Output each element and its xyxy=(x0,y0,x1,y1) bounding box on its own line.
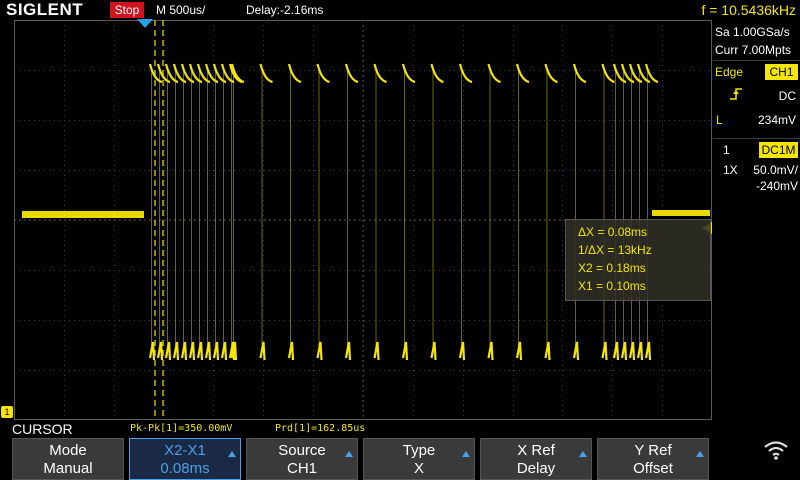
x2-readout: X2 = 0.18ms xyxy=(578,261,646,275)
sample-rate: Sa 1.00GSa/s xyxy=(715,25,790,39)
softkey-x-ref-value: Delay xyxy=(516,460,556,477)
trigger-position-icon[interactable] xyxy=(137,19,153,29)
up-arrow-icon xyxy=(696,451,704,457)
softkey-y-ref[interactable]: Y Ref Offset xyxy=(597,438,709,480)
inverse-delta-x-readout: 1/ΔX = 13kHz xyxy=(578,243,652,257)
wifi-icon[interactable] xyxy=(762,438,790,462)
run-stop-badge[interactable]: Stop xyxy=(110,2,144,18)
softkey-x-ref[interactable]: X Ref Delay xyxy=(480,438,592,480)
softkey-x2-x1-value: 0.08ms xyxy=(160,460,210,477)
up-arrow-icon xyxy=(228,451,236,457)
ground-marker-icon[interactable]: 1 xyxy=(1,406,13,418)
timebase-readout[interactable]: M 500us/ xyxy=(156,2,205,18)
measure-period: Prd[1]=162.85us xyxy=(275,423,366,434)
softkey-x2-x1[interactable]: X2-X1 0.08ms xyxy=(129,438,241,480)
measure-pkpk: Pk-Pk[1]=350.00mV xyxy=(130,423,233,434)
delta-x-readout: ΔX = 0.08ms xyxy=(578,225,648,239)
softkey-type-label: Type xyxy=(402,442,436,459)
softkey-mode-label: Mode xyxy=(49,442,87,459)
softkey-mode-value: Manual xyxy=(43,460,93,477)
probe-attenuation: 1X xyxy=(723,163,738,177)
menu-title: CURSOR xyxy=(12,421,73,437)
trigger-type[interactable]: Edge xyxy=(715,64,743,80)
up-arrow-icon xyxy=(579,451,587,457)
softkey-source-label: Source xyxy=(278,442,326,459)
brand-logo: SIGLENT xyxy=(6,0,84,19)
softkey-type[interactable]: Type X xyxy=(363,438,475,480)
trigger-level[interactable]: 234mV xyxy=(758,112,796,128)
softkey-mode[interactable]: Mode Manual xyxy=(12,438,124,480)
softkey-x2-x1-label: X2-X1 xyxy=(164,442,206,459)
softkey-type-value: X xyxy=(413,460,424,477)
x1-readout: X1 = 0.10ms xyxy=(578,279,646,293)
softkey-source[interactable]: Source CH1 xyxy=(246,438,358,480)
channel-coupling-badge[interactable]: DC1M xyxy=(759,142,798,158)
trigger-source-badge[interactable]: CH1 xyxy=(765,64,798,80)
vertical-scale[interactable]: 50.0mV/ xyxy=(753,162,798,178)
memory-depth: Curr 7.00Mpts xyxy=(715,43,792,57)
frequency-counter: f = 10.5436kHz xyxy=(701,2,796,18)
vertical-offset[interactable]: -240mV xyxy=(756,178,798,194)
trigger-coupling[interactable]: DC xyxy=(779,88,796,104)
up-arrow-icon xyxy=(345,451,353,457)
up-arrow-icon xyxy=(462,451,470,457)
softkey-y-ref-label: Y Ref xyxy=(634,442,672,459)
softkey-source-value: CH1 xyxy=(286,460,317,477)
trigger-level-label: L xyxy=(716,113,723,127)
softkey-y-ref-value: Offset xyxy=(633,460,673,477)
delay-readout[interactable]: Delay:-2.16ms xyxy=(246,2,323,18)
softkey-x-ref-label: X Ref xyxy=(517,442,555,459)
channel-number[interactable]: 1 xyxy=(723,142,730,158)
cursor-readout-panel: ΔX = 0.08ms 1/ΔX = 13kHz X2 = 0.18ms X1 … xyxy=(565,219,711,301)
rising-edge-icon xyxy=(730,88,742,100)
right-info-panel: Sa 1.00GSa/s Curr 7.00Mpts Edge CH1 DC L… xyxy=(713,20,800,420)
